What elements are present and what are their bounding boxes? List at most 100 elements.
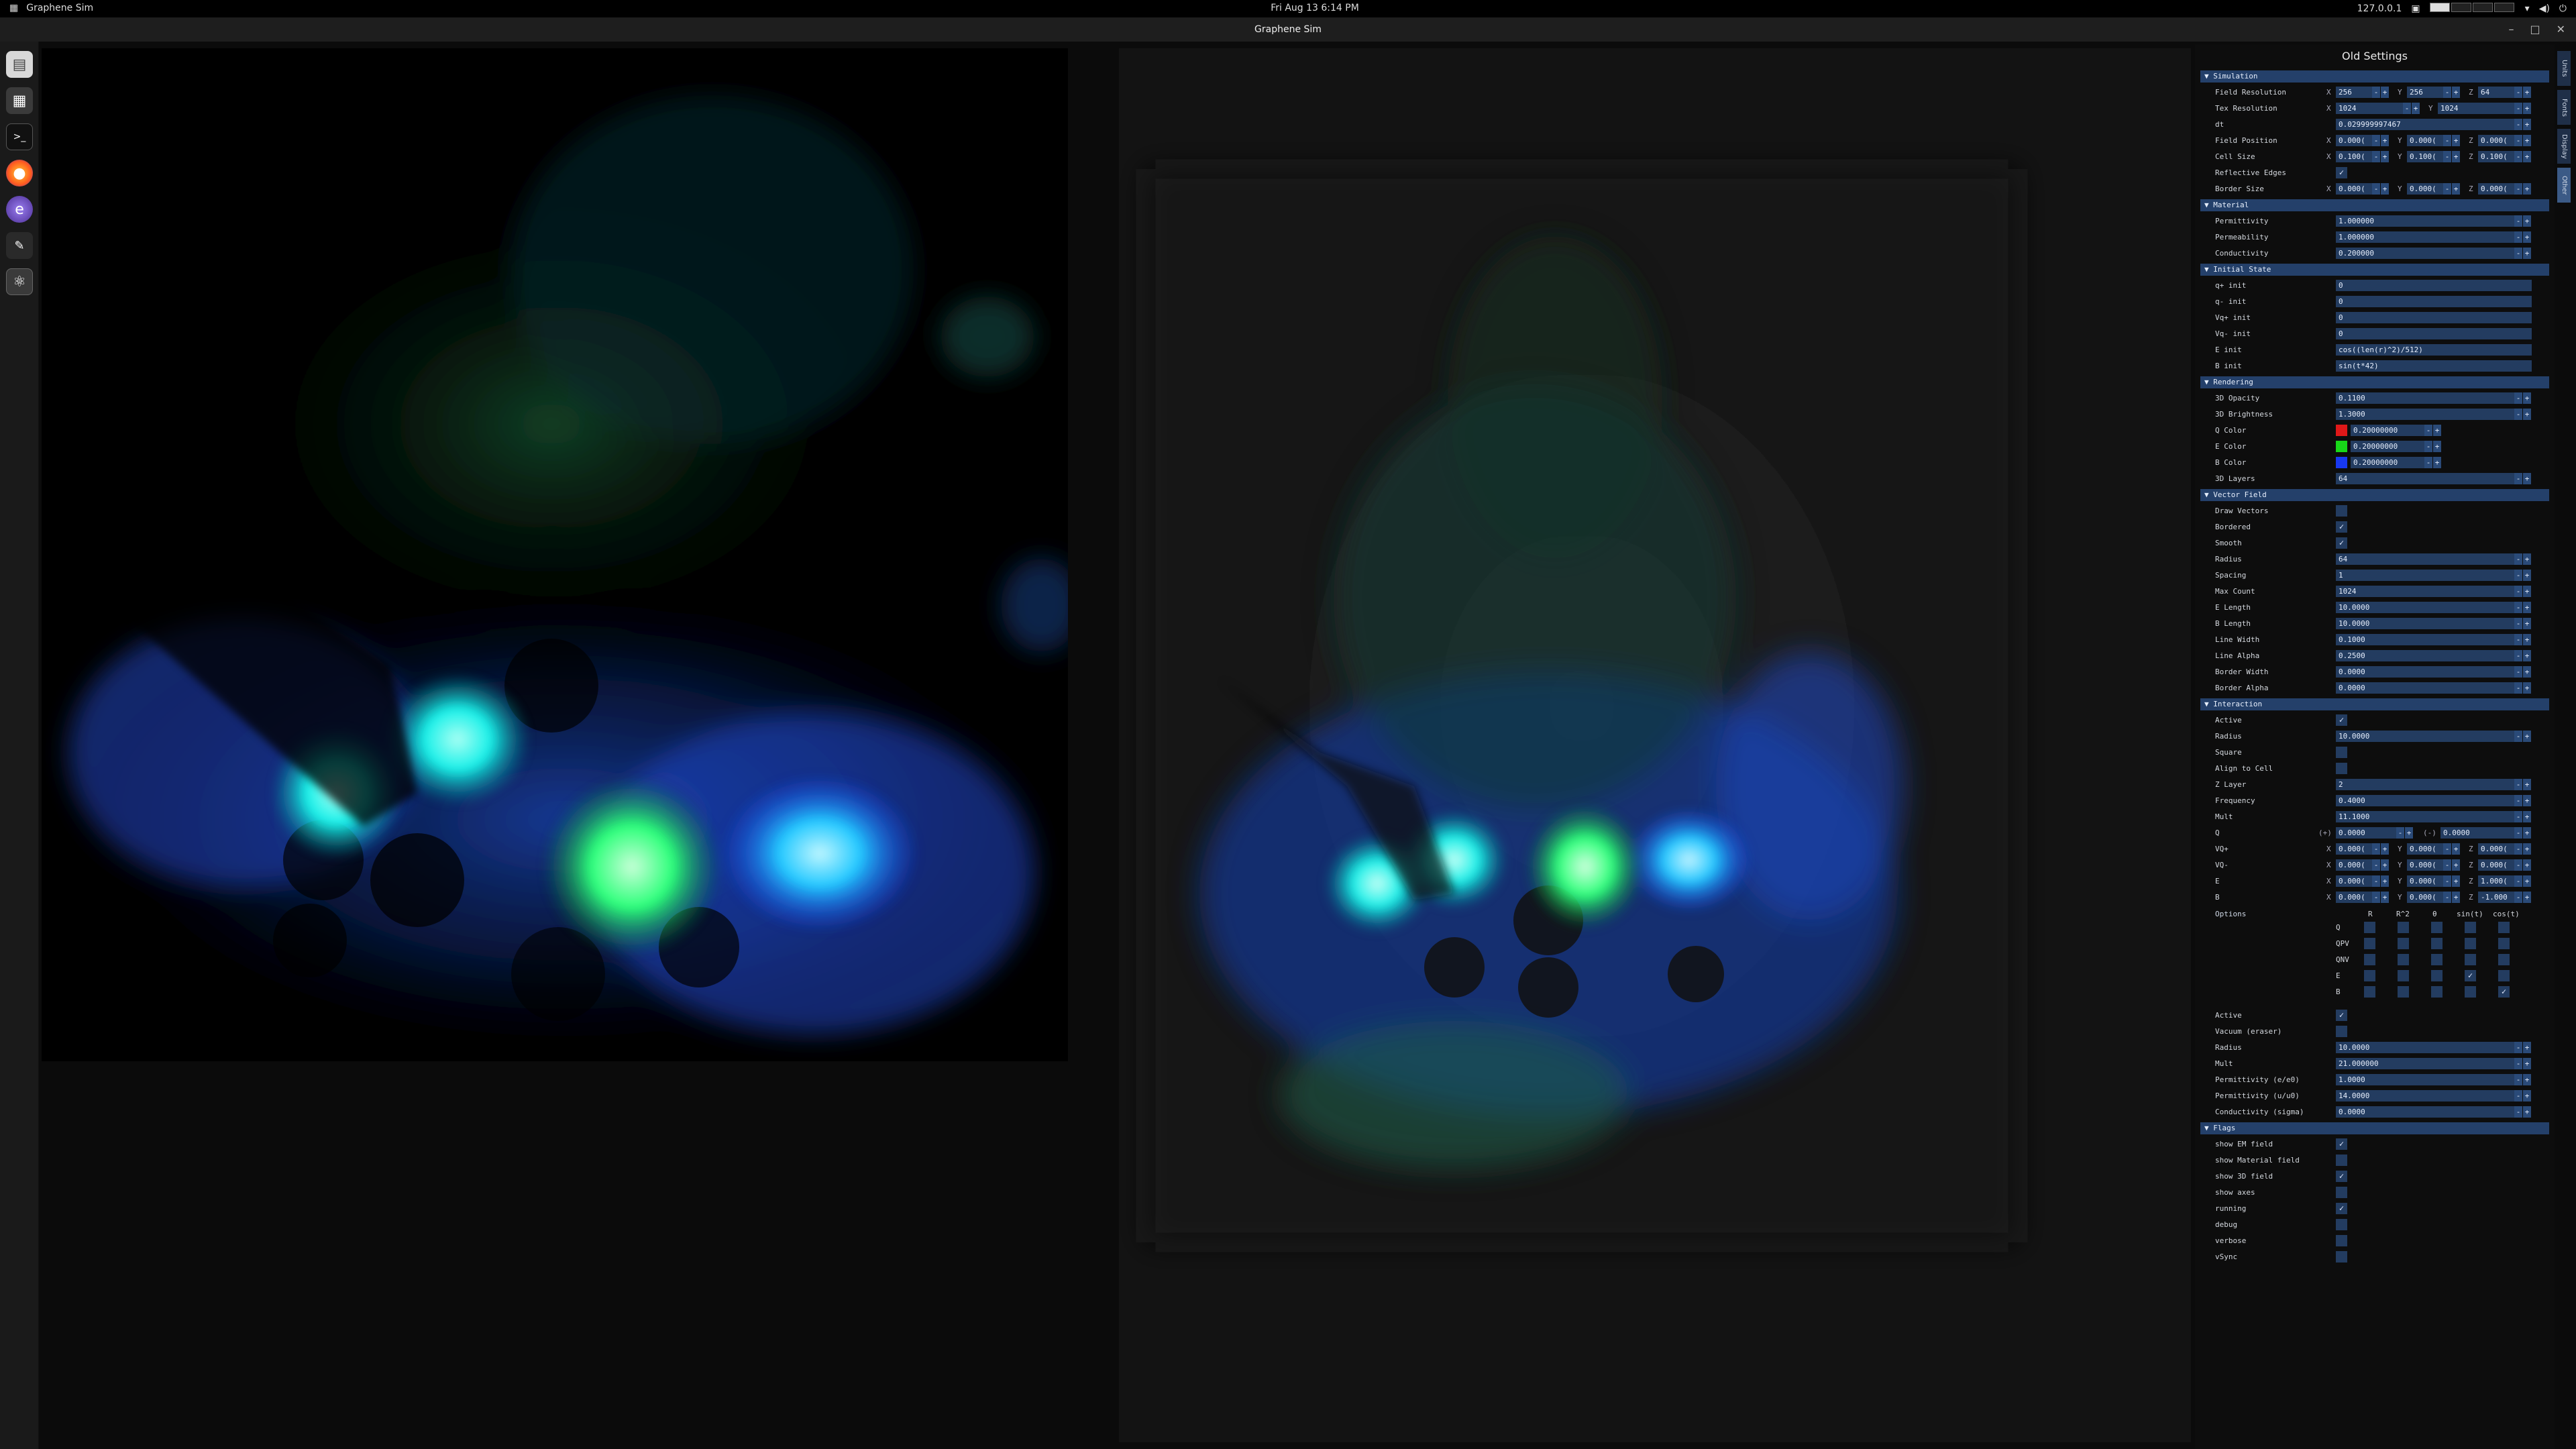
network-icon[interactable]: ▾ (2525, 3, 2530, 14)
b-y[interactable]: 0.000( (2407, 892, 2443, 903)
dt-minus[interactable]: - (2514, 119, 2522, 130)
opt-b-r2[interactable] (2398, 986, 2409, 998)
dt-plus[interactable]: + (2523, 119, 2531, 130)
frequency-input[interactable]: 0.4000 (2336, 795, 2514, 806)
line-alpha-input[interactable]: 0.2500 (2336, 650, 2514, 661)
cell-size-y[interactable]: 0.100( (2407, 151, 2443, 162)
int-active-checkbox[interactable]: ✓ (2336, 714, 2347, 726)
b-x[interactable]: 0.000( (2336, 892, 2372, 903)
permeability-input[interactable]: 1.000000 (2336, 231, 2514, 243)
e-color-input[interactable]: 0.20000000 (2351, 441, 2424, 452)
section-rendering[interactable]: ▼ Rendering (2200, 376, 2549, 388)
opt-e-r2[interactable] (2398, 970, 2409, 981)
opt-qnv-cos[interactable] (2498, 954, 2510, 965)
vqp-x[interactable]: 0.000( (2336, 843, 2372, 855)
tex-res-x-plus[interactable]: + (2412, 103, 2420, 114)
opt-q-r2[interactable] (2398, 922, 2409, 933)
qp-init-input[interactable]: 0 (2336, 280, 2532, 291)
flag-axes-checkbox[interactable] (2336, 1187, 2347, 1198)
z-layer-input[interactable]: 2 (2336, 779, 2514, 790)
border-y[interactable]: 0.000( (2407, 183, 2443, 195)
field-pos-x[interactable]: 0.000( (2336, 135, 2372, 146)
e-y[interactable]: 0.000( (2407, 875, 2443, 887)
vqp-init-input[interactable]: 0 (2336, 312, 2532, 323)
opt-qpv-r[interactable] (2364, 938, 2375, 949)
cell-size-x[interactable]: 0.100( (2336, 151, 2372, 162)
active-app-name[interactable]: Graphene Sim (26, 3, 93, 13)
opt-b-theta[interactable] (2431, 986, 2443, 998)
e-z[interactable]: 1.000( (2478, 875, 2514, 887)
vqp-y[interactable]: 0.000( (2407, 843, 2443, 855)
opt-b-cos[interactable]: ✓ (2498, 986, 2510, 998)
opt-q-theta[interactable] (2431, 922, 2443, 933)
permittivity-input[interactable]: 1.000000 (2336, 215, 2514, 227)
opt-qpv-r2[interactable] (2398, 938, 2409, 949)
align-checkbox[interactable] (2336, 763, 2347, 774)
minimize-icon[interactable]: – (2508, 23, 2514, 36)
volume-icon[interactable]: ◀) (2539, 3, 2550, 14)
border-z[interactable]: 0.000( (2478, 183, 2514, 195)
field-res-x[interactable]: 256 (2336, 87, 2372, 98)
tab-units[interactable]: Units (2557, 51, 2571, 86)
vqn-y[interactable]: 0.000( (2407, 859, 2443, 871)
gimp-icon[interactable]: ✎ (6, 232, 33, 259)
b-init-input[interactable]: sin(t*42) (2336, 360, 2532, 372)
flag-running-checkbox[interactable]: ✓ (2336, 1203, 2347, 1214)
tex-res-y-plus[interactable]: + (2523, 103, 2531, 114)
border-width-input[interactable]: 0.0000 (2336, 666, 2514, 678)
files-icon[interactable]: ▤ (6, 51, 33, 78)
mat-active-checkbox[interactable]: ✓ (2336, 1010, 2347, 1021)
flag-vsync-checkbox[interactable] (2336, 1251, 2347, 1263)
tex-res-y[interactable]: 1024 (2438, 103, 2514, 114)
field-view-2d[interactable] (42, 48, 1068, 1061)
field-res-z[interactable]: 64 (2478, 87, 2514, 98)
b-length-input[interactable]: 10.0000 (2336, 618, 2514, 629)
tex-res-y-minus[interactable]: - (2514, 103, 2522, 114)
section-flags[interactable]: ▼ Flags (2200, 1122, 2549, 1134)
opt-qnv-r[interactable] (2364, 954, 2375, 965)
mat-mult-input[interactable]: 21.000000 (2336, 1058, 2514, 1069)
field-res-x-minus[interactable]: - (2372, 87, 2380, 98)
opacity-input[interactable]: 0.1100 (2336, 392, 2514, 404)
e-color-swatch[interactable] (2336, 441, 2347, 452)
layers-input[interactable]: 64 (2336, 473, 2514, 484)
opt-e-theta[interactable] (2431, 970, 2443, 981)
field-res-y[interactable]: 256 (2407, 87, 2443, 98)
tab-other[interactable]: Other (2557, 168, 2571, 203)
field-pos-z[interactable]: 0.000( (2478, 135, 2514, 146)
brightness-input[interactable]: 1.3000 (2336, 409, 2514, 420)
opt-qnv-theta[interactable] (2431, 954, 2443, 965)
dt-input[interactable]: 0.029999997467 (2336, 119, 2514, 130)
opt-qpv-theta[interactable] (2431, 938, 2443, 949)
spacing-input[interactable]: 1 (2336, 570, 2514, 581)
tex-res-x-minus[interactable]: - (2403, 103, 2411, 114)
conductivity-input[interactable]: 0.200000 (2336, 248, 2514, 259)
line-width-input[interactable]: 0.1000 (2336, 634, 2514, 645)
flag-debug-checkbox[interactable] (2336, 1219, 2347, 1230)
opt-b-r[interactable] (2364, 986, 2375, 998)
clock[interactable]: Fri Aug 13 6:14 PM (1261, 3, 1368, 13)
smooth-checkbox[interactable]: ✓ (2336, 537, 2347, 549)
close-icon[interactable]: ✕ (2557, 23, 2565, 36)
b-color-swatch[interactable] (2336, 457, 2347, 468)
power-icon[interactable]: ⏻ (2559, 3, 2567, 14)
perm-e-input[interactable]: 1.0000 (2336, 1074, 2514, 1085)
field-res-x-plus[interactable]: + (2381, 87, 2389, 98)
opt-qnv-sin[interactable] (2465, 954, 2476, 965)
q-plus-input[interactable]: 0.0000 (2336, 827, 2396, 839)
b-color-input[interactable]: 0.20000000 (2351, 457, 2424, 468)
border-alpha-input[interactable]: 0.0000 (2336, 682, 2514, 694)
cond-sigma-input[interactable]: 0.0000 (2336, 1106, 2514, 1118)
opt-q-sin[interactable] (2465, 922, 2476, 933)
vec-radius-input[interactable]: 64 (2336, 553, 2514, 565)
opt-b-sin[interactable] (2465, 986, 2476, 998)
mat-radius-input[interactable]: 10.0000 (2336, 1042, 2514, 1053)
activities-grid-icon[interactable]: ▦ (9, 3, 18, 13)
calculator-icon[interactable]: ▦ (6, 87, 33, 114)
field-view-3d[interactable] (1119, 48, 2191, 1442)
section-material[interactable]: ▼ Material (2200, 199, 2549, 211)
q-color-swatch[interactable] (2336, 425, 2347, 436)
border-x[interactable]: 0.000( (2336, 183, 2372, 195)
e-length-input[interactable]: 10.0000 (2336, 602, 2514, 613)
opt-e-sin[interactable]: ✓ (2465, 970, 2476, 981)
